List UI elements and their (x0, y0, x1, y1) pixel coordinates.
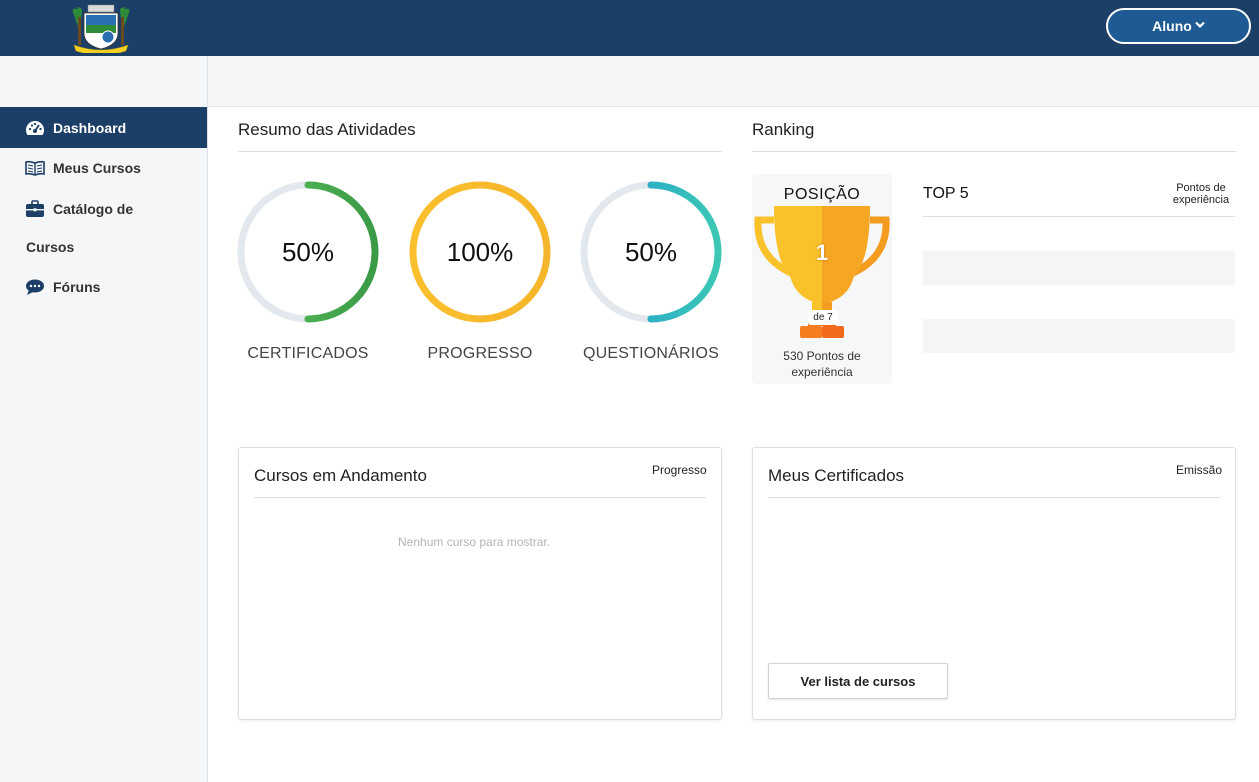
user-menu-button[interactable]: Aluno (1106, 8, 1251, 44)
courses-card-title: Cursos em Andamento (254, 466, 427, 485)
dashboard-icon (25, 118, 45, 138)
divider (254, 497, 706, 498)
sidebar-item-label: Fóruns (53, 279, 101, 295)
sidebar-item-meus-cursos[interactable]: Meus Cursos (0, 155, 207, 181)
chat-icon (25, 277, 45, 297)
certificates-card-title: Meus Certificados (768, 466, 905, 485)
divider (923, 216, 1235, 217)
quizzes-label: QUESTIONÁRIOS (583, 345, 719, 362)
courses-empty-message: Nenhum curso para mostrar. (398, 535, 551, 549)
divider (768, 497, 1220, 498)
ranking-position: 1 (815, 240, 829, 265)
chevron-down-icon (1195, 21, 1205, 32)
sidebar-item-catalogo[interactable]: Catálogo de (0, 196, 207, 222)
ranking-points: 530 Pontos de experiência (783, 349, 861, 379)
top5-column-header: Pontos de experiência (1172, 182, 1230, 206)
sidebar-item-label-line2[interactable]: Cursos (26, 239, 74, 255)
certificates-value: 50% (281, 237, 335, 267)
summary-title: Resumo das Atividades (238, 120, 416, 139)
progress-value: 100% (446, 237, 514, 267)
sidebar-item-foruns[interactable]: Fóruns (0, 274, 207, 300)
divider (752, 151, 1236, 152)
position-label: POSIÇÃO (783, 186, 861, 203)
top5-row (923, 319, 1235, 353)
top5-row (923, 251, 1235, 285)
certificates-issue-column: Emissão (1176, 463, 1223, 477)
top5-title: TOP 5 (923, 185, 969, 202)
progress-label: PROGRESSO (427, 345, 533, 362)
briefcase-icon (25, 199, 45, 219)
courses-in-progress-card (238, 447, 722, 720)
municipality-logo[interactable] (68, 3, 134, 56)
quizzes-value: 50% (624, 237, 678, 267)
ranking-title: Ranking (752, 120, 815, 139)
view-course-list-button[interactable]: Ver lista de cursos (768, 663, 948, 699)
sidebar-item-label: Catálogo de (53, 201, 134, 217)
sidebar-item-label: Dashboard (53, 119, 127, 136)
book-icon (25, 158, 45, 178)
subheader-bar (208, 56, 1259, 107)
divider (238, 151, 722, 152)
courses-progress-column: Progresso (652, 463, 707, 477)
sidebar-item-label: Meus Cursos (53, 160, 141, 176)
sidebar-item-dashboard[interactable]: Dashboard (0, 107, 207, 148)
user-menu-label: Aluno (1152, 18, 1192, 34)
certificates-label: CERTIFICADOS (247, 345, 369, 362)
top-navbar: Aluno (0, 0, 1259, 56)
ranking-total: de 7 (808, 310, 838, 325)
